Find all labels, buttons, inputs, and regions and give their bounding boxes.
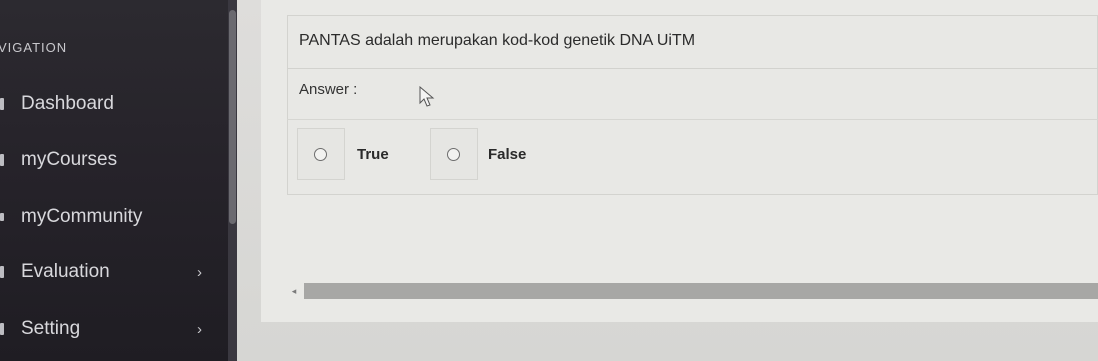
option-true-label[interactable]: True: [357, 146, 389, 163]
sidebar-item-label: myCourses: [21, 149, 118, 170]
nav-bullet: [0, 266, 4, 278]
sidebar-item-dashboard[interactable]: Dashboard: [0, 89, 226, 119]
answer-label: Answer :: [299, 81, 358, 98]
option-false-label[interactable]: False: [488, 146, 526, 163]
divider: [287, 68, 1098, 69]
mouse-pointer-icon: [419, 86, 435, 107]
sidebar-item-mycourses[interactable]: myCourses: [0, 145, 226, 175]
chevron-right-icon: ›: [197, 320, 202, 338]
radio-true[interactable]: [314, 148, 327, 161]
sidebar-scrollbar-thumb[interactable]: [229, 10, 236, 224]
divider: [287, 119, 1098, 120]
sidebar-item-evaluation[interactable]: Evaluation ›: [0, 257, 226, 287]
scroll-left-icon[interactable]: ◂: [284, 283, 304, 300]
nav-bullet: [0, 213, 4, 221]
sidebar: VIGATION Dashboard myCourses myCommunity…: [0, 0, 237, 361]
chevron-right-icon: ›: [197, 263, 202, 281]
nav-bullet: [0, 154, 4, 166]
radio-false[interactable]: [447, 148, 460, 161]
sidebar-item-mycommunity[interactable]: myCommunity: [0, 202, 226, 232]
nav-bullet: [0, 98, 4, 110]
sidebar-item-label: Evaluation: [21, 261, 110, 282]
horizontal-scrollbar-thumb[interactable]: [304, 283, 1098, 299]
sidebar-item-label: Dashboard: [21, 93, 114, 114]
sidebar-item-label: Setting: [21, 318, 81, 339]
sidebar-item-label: myCommunity: [21, 206, 143, 227]
sidebar-item-setting[interactable]: Setting ›: [0, 314, 226, 344]
nav-bullet: [0, 323, 4, 335]
nav-heading: VIGATION: [0, 40, 68, 55]
question-text: PANTAS adalah merupakan kod-kod genetik …: [299, 32, 696, 49]
